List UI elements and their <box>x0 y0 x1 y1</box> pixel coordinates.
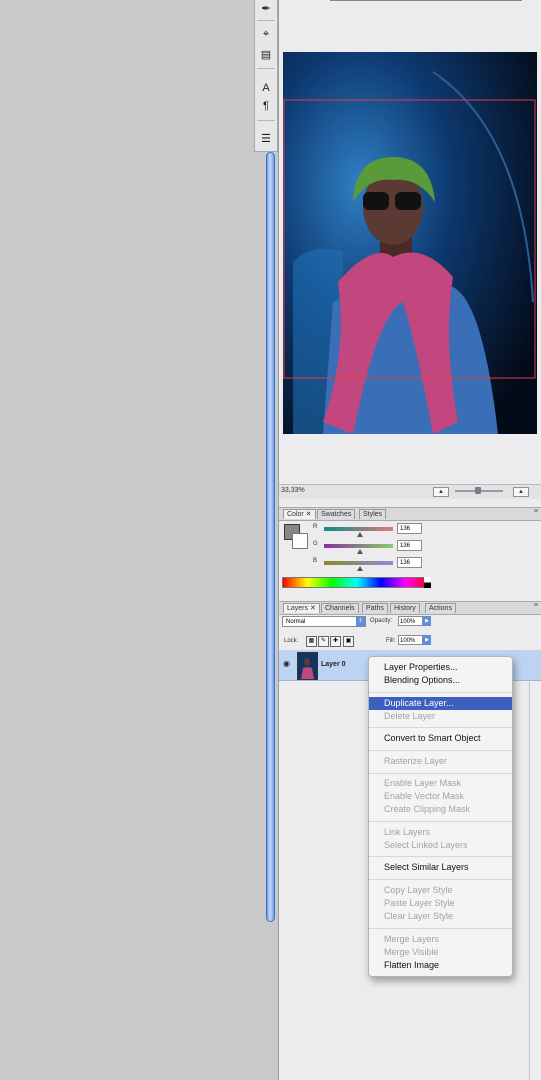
menu-item-merge-visible: Merge Visible <box>384 947 439 957</box>
menu-item-blending-options[interactable]: Blending Options... <box>369 674 512 687</box>
tab-channels[interactable]: Channels <box>321 603 359 613</box>
paragraph-panel-icon[interactable]: ¶ <box>258 98 274 114</box>
red-slider-thumb[interactable] <box>357 532 363 537</box>
lock-pixels-icon[interactable]: ✎ <box>318 636 329 647</box>
blend-mode-select[interactable]: Normal ⇕ <box>282 616 366 627</box>
black-white-ramp[interactable] <box>424 577 431 588</box>
zoom-in-button[interactable]: ▲ <box>513 487 529 497</box>
pen-tool-icon[interactable]: ✒ <box>258 0 274 16</box>
notes-tool-icon[interactable]: ▤ <box>258 46 274 62</box>
green-slider-thumb[interactable] <box>357 549 363 554</box>
menu-separator <box>369 692 512 693</box>
blend-mode-value: Normal <box>286 619 306 625</box>
lock-all-icon[interactable]: ▣ <box>343 636 354 647</box>
layers-panel-header: Layers ✕ Channels Paths History Actions … <box>279 601 541 615</box>
tab-color[interactable]: Color ✕ <box>283 509 316 519</box>
layer-thumbnail[interactable] <box>297 652 318 680</box>
menu-item-create-clipping-mask: Create Clipping Mask <box>384 804 471 814</box>
chevron-updown-icon: ⇕ <box>356 617 365 626</box>
lock-transparency-icon[interactable]: ▦ <box>306 636 317 647</box>
menu-item-delete-layer: Delete Layer <box>384 711 436 721</box>
blue-slider-thumb[interactable] <box>357 566 363 571</box>
channel-label-b: B <box>313 558 318 564</box>
lock-label: Lock: <box>284 638 299 644</box>
menu-separator <box>369 773 512 774</box>
menu-separator <box>369 856 512 857</box>
layer-name[interactable]: Layer 0 <box>321 661 346 668</box>
menu-item-enable-layer-mask: Enable Layer Mask <box>384 778 462 788</box>
eye-visibility-icon[interactable]: ◉ <box>283 659 290 668</box>
zoom-slider-thumb[interactable] <box>475 487 481 494</box>
tab-styles[interactable]: Styles <box>359 509 387 519</box>
menu-item-link-layers: Link Layers <box>384 827 431 837</box>
menu-separator <box>369 727 512 728</box>
menu-item-rasterize-layer: Rasterize Layer <box>384 756 448 766</box>
character-panel-icon[interactable]: A <box>258 80 274 96</box>
toolbox: ✒ ⌖ ▤ A ¶ ☰ <box>254 0 278 152</box>
menu-separator <box>369 928 512 929</box>
fill-label: Fill: <box>386 638 396 644</box>
navigator-top-edge <box>330 0 522 1</box>
opacity-dropdown-icon[interactable]: ▶ <box>423 616 431 626</box>
tab-history[interactable]: History <box>390 603 420 613</box>
menu-separator <box>369 879 512 880</box>
panel-menu-icon[interactable]: ≡ <box>534 602 538 609</box>
menu-item-clear-layer-style: Clear Layer Style <box>384 911 454 921</box>
tab-paths[interactable]: Paths <box>362 603 388 613</box>
red-value-field[interactable]: 136 <box>397 523 422 534</box>
lock-position-icon[interactable]: ✚ <box>330 636 341 647</box>
fill-field[interactable]: 100% <box>398 635 423 645</box>
channel-label-g: G <box>313 541 318 547</box>
opacity-field[interactable]: 100% <box>398 616 423 626</box>
red-slider-track[interactable] <box>324 527 393 531</box>
navigator-photo <box>283 52 537 434</box>
menu-item-select-linked-layers: Select Linked Layers <box>384 840 468 850</box>
color-spectrum-ramp[interactable] <box>282 577 431 588</box>
panel-menu-icon[interactable]: ≡ <box>534 508 538 515</box>
blue-slider-track[interactable] <box>324 561 393 565</box>
tab-layers[interactable]: Layers ✕ <box>283 603 320 613</box>
menu-item-select-similar-layers[interactable]: Select Similar Layers <box>369 861 512 874</box>
menu-item-layer-properties[interactable]: Layer Properties... <box>369 661 512 674</box>
menu-item-enable-vector-mask: Enable Vector Mask <box>384 791 465 801</box>
tab-label: Color <box>287 511 304 518</box>
navigator-zoom-bar: 33,33% ▲ ▲ <box>279 484 541 499</box>
toolbox-divider <box>257 20 275 21</box>
zoom-readout[interactable]: 33,33% <box>281 487 305 494</box>
layers-scrollbar[interactable] <box>529 682 541 1080</box>
menu-item-duplicate-layer[interactable]: Duplicate Layer... <box>369 697 512 710</box>
menu-item-flatten-image[interactable]: Flatten Image <box>369 959 512 972</box>
toolbox-divider <box>257 68 275 69</box>
green-value-field[interactable]: 136 <box>397 540 422 551</box>
opacity-label: Opacity: <box>370 618 393 624</box>
tab-actions[interactable]: Actions <box>425 603 456 613</box>
channel-label-r: R <box>313 524 318 530</box>
menu-separator <box>369 750 512 751</box>
layer-comps-icon[interactable]: ☰ <box>258 130 274 146</box>
green-slider-track[interactable] <box>324 544 393 548</box>
menu-item-convert-smart-object[interactable]: Convert to Smart Object <box>369 732 512 745</box>
menu-separator <box>369 821 512 822</box>
tab-swatches[interactable]: Swatches <box>317 509 356 519</box>
fill-dropdown-icon[interactable]: ▶ <box>423 635 431 645</box>
navigator-preview[interactable] <box>283 52 537 434</box>
layer-context-menu: Layer Properties... Blending Options... … <box>368 656 513 977</box>
vertical-scrollbar[interactable] <box>266 152 275 922</box>
toolbox-divider <box>257 120 275 121</box>
blue-value-field[interactable]: 136 <box>397 557 422 568</box>
path-selection-icon[interactable]: ⌖ <box>258 26 274 42</box>
thumbnail-image <box>298 653 317 679</box>
menu-item-copy-layer-style: Copy Layer Style <box>384 885 453 895</box>
tab-label: Layers <box>287 605 309 612</box>
background-color-swatch[interactable] <box>292 533 308 549</box>
color-panel-header: Color ✕ Swatches Styles ≡ <box>279 507 541 521</box>
menu-item-merge-layers: Merge Layers <box>384 934 440 944</box>
zoom-out-button[interactable]: ▲ <box>433 487 449 497</box>
menu-item-paste-layer-style: Paste Layer Style <box>384 898 455 908</box>
